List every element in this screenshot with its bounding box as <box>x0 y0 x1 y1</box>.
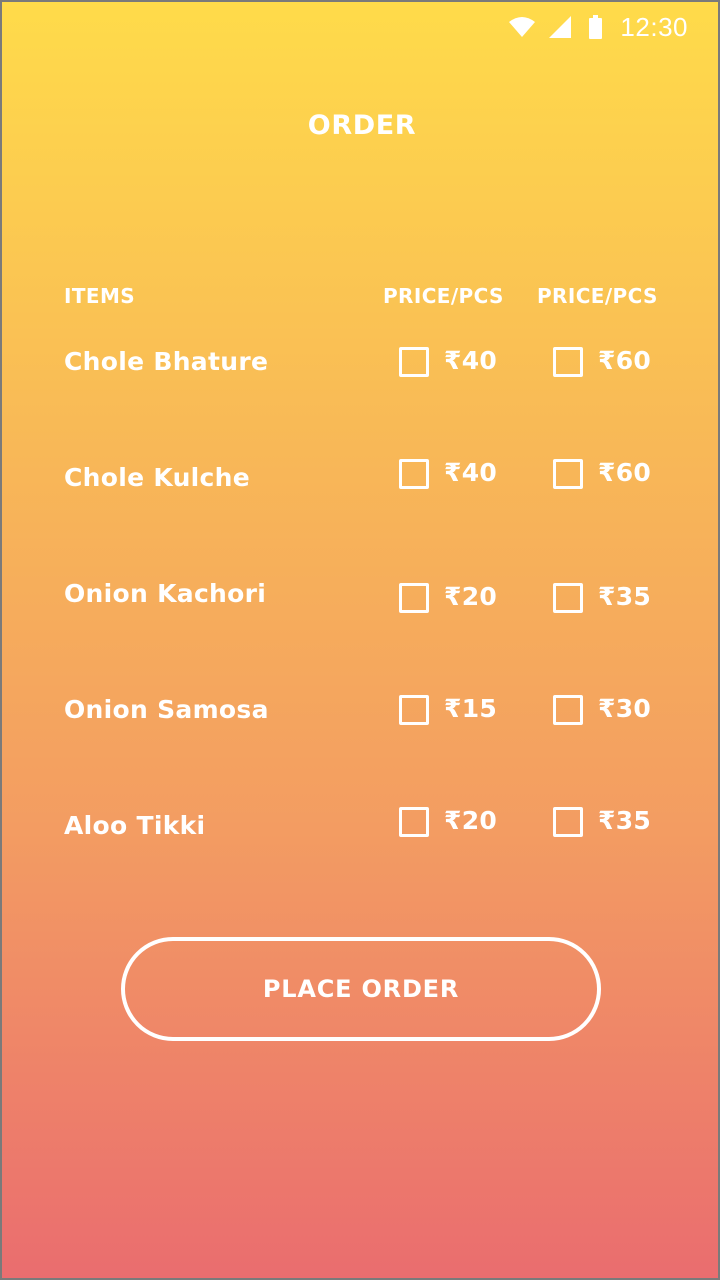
item-name: Onion Kachori <box>64 579 267 608</box>
price-2-checkbox[interactable] <box>553 583 583 613</box>
order-row: Chole Kulche ₹40 ₹60 <box>2 457 718 497</box>
price-2-label: ₹60 <box>598 458 652 487</box>
column-header-items: ITEMS <box>64 284 136 308</box>
price-1-checkbox[interactable] <box>399 807 429 837</box>
order-screen: 12:30 ORDER ITEMS PRICE/PCS PRICE/PCS Ch… <box>0 0 720 1280</box>
price-1-checkbox[interactable] <box>399 583 429 613</box>
order-row: Chole Bhature ₹40 ₹60 <box>2 344 718 384</box>
price-2-checkbox[interactable] <box>553 695 583 725</box>
item-name: Chole Bhature <box>64 347 269 376</box>
price-1-checkbox[interactable] <box>399 695 429 725</box>
price-2-label: ₹60 <box>598 346 652 375</box>
price-2-checkbox[interactable] <box>553 459 583 489</box>
order-row: Onion Kachori ₹20 ₹35 <box>2 576 718 616</box>
status-bar: 12:30 <box>2 2 718 50</box>
price-1-checkbox[interactable] <box>399 459 429 489</box>
item-name: Chole Kulche <box>64 463 251 492</box>
item-name: Aloo Tikki <box>64 811 206 840</box>
battery-icon <box>589 15 603 39</box>
column-header-price-2: PRICE/PCS <box>537 284 658 308</box>
price-1-label: ₹20 <box>444 582 498 611</box>
price-2-checkbox[interactable] <box>553 347 583 377</box>
price-1-checkbox[interactable] <box>399 347 429 377</box>
price-2-checkbox[interactable] <box>553 807 583 837</box>
price-1-label: ₹15 <box>444 694 498 723</box>
item-name: Onion Samosa <box>64 695 269 724</box>
signal-icon <box>549 16 572 38</box>
price-1-label: ₹40 <box>444 346 498 375</box>
column-header-price-1: PRICE/PCS <box>383 284 504 308</box>
price-2-label: ₹35 <box>598 806 652 835</box>
wifi-icon <box>509 16 536 38</box>
order-row: Aloo Tikki ₹20 ₹35 <box>2 805 718 845</box>
price-1-label: ₹40 <box>444 458 498 487</box>
page-title: ORDER <box>307 110 417 141</box>
price-1-label: ₹20 <box>444 806 498 835</box>
status-icons: 12:30 <box>509 12 688 42</box>
price-2-label: ₹35 <box>598 582 652 611</box>
status-time: 12:30 <box>620 11 688 42</box>
place-order-button[interactable]: PLACE ORDER <box>121 937 601 1041</box>
order-row: Onion Samosa ₹15 ₹30 <box>2 692 718 732</box>
price-2-label: ₹30 <box>598 694 652 723</box>
